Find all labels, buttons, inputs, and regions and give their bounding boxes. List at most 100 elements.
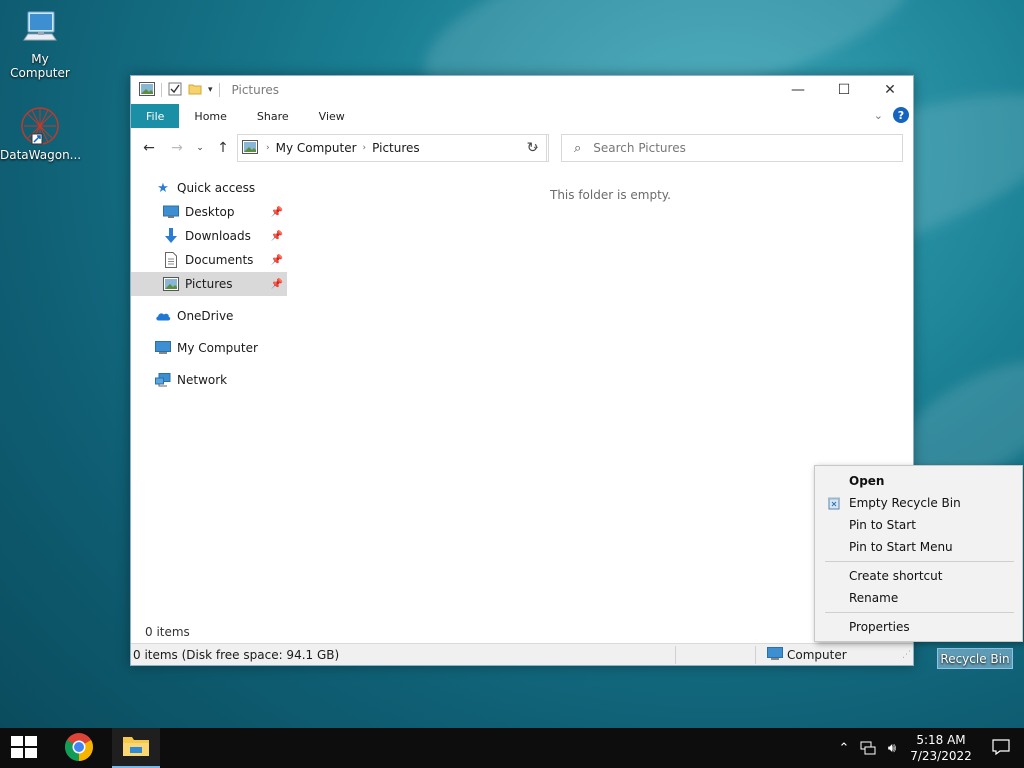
desktop-icon-datawagon[interactable]: DataWagon... [0, 104, 82, 162]
nav-quick-access[interactable]: ★ Quick access [131, 176, 287, 200]
chevron-right-icon[interactable]: › [363, 143, 367, 153]
divider [161, 83, 162, 97]
tab-home[interactable]: Home [179, 104, 241, 128]
action-center-button[interactable] [978, 738, 1024, 758]
windows-logo-icon [11, 735, 37, 761]
search-placeholder: Search Pictures [593, 141, 686, 155]
menu-separator [825, 612, 1014, 613]
recent-locations-button[interactable]: ⌄ [193, 136, 207, 160]
window-title: Pictures [231, 83, 280, 97]
pin-icon[interactable]: 📌 [271, 279, 283, 290]
tab-file[interactable]: File [131, 104, 180, 128]
menu-item-properties[interactable]: Properties [815, 616, 1022, 638]
empty-folder-message: This folder is empty. [550, 188, 671, 202]
menu-item-pin-to-start-menu[interactable]: Pin to Start Menu [815, 536, 1022, 558]
status-location-label: Computer [787, 648, 847, 662]
menu-separator [825, 561, 1014, 562]
status-disk-space: 0 items (Disk free space: 94.1 GB) [133, 648, 340, 662]
nav-downloads[interactable]: Downloads 📌 [131, 224, 287, 248]
nav-onedrive[interactable]: OneDrive [131, 304, 287, 328]
nav-label: Documents [185, 253, 254, 267]
folder-pictures-icon [139, 81, 155, 99]
nav-my-computer[interactable]: My Computer [131, 336, 287, 360]
menu-item-label: Empty Recycle Bin [849, 496, 961, 510]
recycle-bin-icon [827, 496, 841, 510]
star-icon: ★ [157, 180, 169, 196]
tab-share[interactable]: Share [242, 104, 304, 128]
expand-ribbon-icon[interactable]: ⌄ [874, 109, 883, 122]
pictures-icon [163, 276, 179, 292]
computer-icon [155, 340, 171, 356]
start-button[interactable] [0, 728, 48, 768]
navigation-pane: ★ Quick access Desktop 📌 Downloads 📌 Doc… [131, 176, 287, 392]
menu-item-open[interactable]: Open [815, 470, 1022, 492]
menu-item-rename[interactable]: Rename [815, 587, 1022, 609]
pin-icon[interactable]: 📌 [271, 207, 283, 218]
new-folder-icon[interactable] [188, 82, 202, 99]
nav-desktop[interactable]: Desktop 📌 [131, 200, 287, 224]
pin-icon[interactable]: 📌 [271, 231, 283, 242]
cloud-icon [155, 308, 171, 324]
address-bar[interactable]: › My Computer › Pictures ⌄ [237, 134, 549, 162]
desktop-icon-label: DataWagon... [0, 148, 82, 162]
customize-quick-access-icon[interactable]: ▾ [208, 85, 213, 95]
breadcrumb-pictures[interactable]: Pictures [372, 141, 420, 155]
menu-item-create-shortcut[interactable]: Create shortcut [815, 565, 1022, 587]
up-button[interactable]: ↑ [211, 136, 235, 160]
breadcrumb-my-computer[interactable]: My Computer [276, 141, 357, 155]
pin-icon[interactable]: 📌 [271, 255, 283, 266]
close-button[interactable]: ✕ [867, 76, 913, 104]
file-explorer-window: ▾ Pictures — ☐ ✕ File Home Share View ⌄ … [130, 75, 914, 666]
refresh-button[interactable]: ↻ [519, 134, 547, 162]
menu-item-empty-recycle-bin[interactable]: Empty Recycle Bin [815, 492, 1022, 514]
content-area: ★ Quick access Desktop 📌 Downloads 📌 Doc… [131, 168, 913, 643]
taskbar: ⌃ 🔊︎ 5:18 AM 7/23/2022 [0, 728, 1024, 768]
system-tray: ⌃ 🔊︎ 5:18 AM 7/23/2022 [832, 728, 1024, 768]
resize-grip-icon[interactable]: ⋰ [902, 644, 911, 666]
divider [755, 646, 756, 664]
title-bar[interactable]: ▾ Pictures — ☐ ✕ [131, 76, 913, 104]
taskbar-chrome[interactable] [55, 728, 103, 768]
help-icon[interactable]: ? [893, 107, 909, 123]
status-location: Computer [767, 644, 847, 666]
chevron-right-icon[interactable]: › [266, 143, 270, 153]
nav-label: Network [177, 373, 228, 387]
tab-view[interactable]: View [304, 104, 360, 128]
computer-icon [0, 8, 80, 52]
forward-button[interactable]: → [165, 136, 189, 160]
properties-checkbox-icon[interactable] [168, 82, 182, 99]
minimize-button[interactable]: — [775, 76, 821, 104]
volume-icon[interactable]: 🔊︎ [880, 741, 904, 756]
desktop-icon-recycle-bin[interactable]: Recycle Bin [937, 648, 1013, 669]
desktop-icon-my-computer[interactable]: My Computer [0, 8, 80, 80]
search-icon: ⌕ [574, 140, 582, 156]
ribbon-tabs: File Home Share View ⌄ ? [131, 104, 913, 128]
computer-icon [767, 646, 783, 664]
nav-pictures[interactable]: Pictures 📌 [131, 272, 287, 296]
context-menu: Open Empty Recycle Bin Pin to Start Pin … [814, 465, 1023, 642]
menu-item-pin-to-start[interactable]: Pin to Start [815, 514, 1022, 536]
maximize-button[interactable]: ☐ [821, 76, 867, 104]
chrome-icon [64, 732, 94, 765]
nav-network[interactable]: Network [131, 368, 287, 392]
nav-documents[interactable]: Documents 📌 [131, 248, 287, 272]
search-input[interactable]: ⌕ Search Pictures [561, 134, 903, 162]
desktop-icon-label: My Computer [10, 52, 70, 80]
taskbar-file-explorer[interactable] [112, 728, 160, 768]
document-icon [163, 252, 179, 268]
nav-label: Downloads [185, 229, 251, 243]
show-hidden-icons-icon[interactable]: ⌃ [832, 741, 856, 756]
clock[interactable]: 5:18 AM 7/23/2022 [904, 732, 978, 764]
clock-date: 7/23/2022 [910, 749, 972, 763]
nav-label: OneDrive [177, 309, 234, 323]
file-explorer-icon [122, 734, 150, 761]
network-icon[interactable] [856, 741, 880, 755]
item-count: 0 items [145, 625, 190, 639]
nav-label: My Computer [177, 341, 258, 355]
network-graph-icon [0, 104, 80, 148]
clock-time: 5:18 AM [916, 733, 966, 747]
download-arrow-icon [163, 228, 179, 244]
back-button[interactable]: ← [137, 136, 161, 160]
nav-label: Quick access [177, 181, 256, 195]
nav-label: Pictures [185, 277, 233, 291]
